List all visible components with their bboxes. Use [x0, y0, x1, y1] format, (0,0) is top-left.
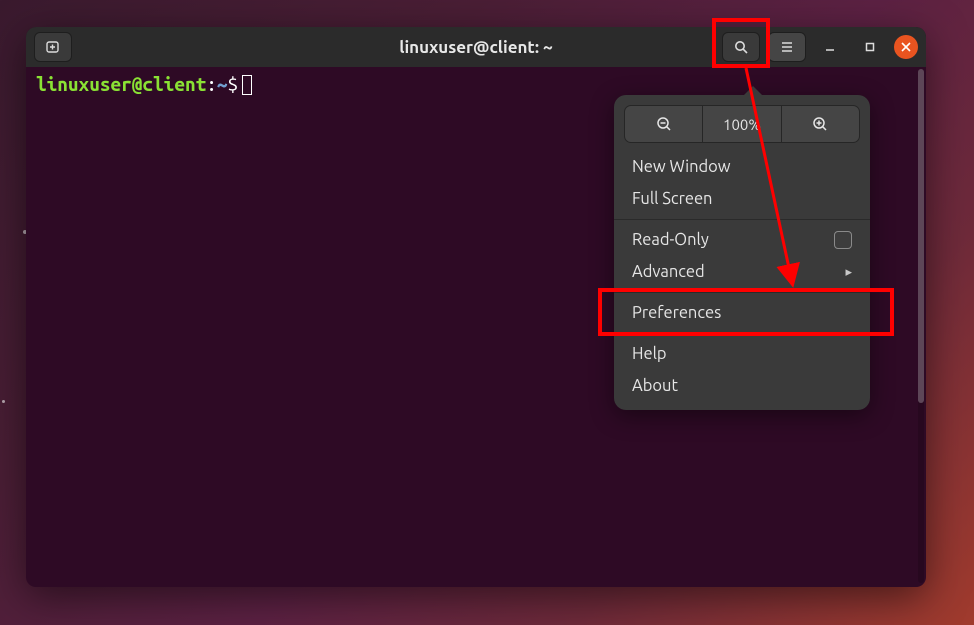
zoom-out-button[interactable]	[625, 106, 703, 142]
scrollbar[interactable]	[918, 69, 924, 583]
menu-advanced[interactable]: Advanced ▸	[614, 256, 870, 288]
zoom-controls: 100%	[624, 105, 860, 143]
prompt-at: @	[132, 73, 143, 95]
menu-label: New Window	[632, 158, 731, 176]
scrollbar-thumb[interactable]	[918, 69, 924, 403]
menu-label: Read-Only	[632, 231, 709, 249]
menu-about[interactable]: About	[614, 370, 870, 402]
zoom-level-label[interactable]: 100%	[703, 106, 781, 142]
menu-label: Advanced	[632, 263, 705, 281]
text-cursor	[242, 75, 252, 95]
search-icon	[733, 39, 749, 55]
close-button[interactable]	[894, 35, 918, 59]
menu-full-screen[interactable]: Full Screen	[614, 183, 870, 215]
search-button[interactable]	[722, 32, 760, 62]
prompt-path: ~	[217, 73, 228, 95]
prompt-dollar: $	[228, 73, 239, 95]
close-icon	[901, 42, 911, 52]
prompt-user: linuxuser	[36, 73, 132, 95]
minimize-button[interactable]	[814, 31, 846, 63]
menu-separator	[614, 219, 870, 220]
new-tab-button[interactable]	[34, 32, 72, 62]
maximize-icon	[864, 41, 876, 53]
menu-preferences[interactable]: Preferences	[614, 297, 870, 329]
menu-label: Help	[632, 345, 667, 363]
zoom-in-icon	[811, 115, 829, 133]
menu-new-window[interactable]: New Window	[614, 151, 870, 183]
menu-read-only[interactable]: Read-Only	[614, 224, 870, 256]
background-dot	[2, 400, 5, 403]
menu-label: Full Screen	[632, 190, 712, 208]
minimize-icon	[824, 41, 836, 53]
menu-label: Preferences	[632, 304, 721, 322]
read-only-checkbox[interactable]	[834, 231, 852, 249]
hamburger-popover: 100% New Window Full Screen Read-Only Ad…	[614, 95, 870, 410]
prompt-colon: :	[206, 73, 217, 95]
hamburger-menu-button[interactable]	[768, 32, 806, 62]
menu-label: About	[632, 377, 678, 395]
zoom-in-button[interactable]	[782, 106, 859, 142]
chevron-right-icon: ▸	[845, 265, 852, 280]
zoom-out-icon	[655, 115, 673, 133]
new-tab-icon	[45, 39, 61, 55]
prompt-host: client	[142, 73, 206, 95]
menu-separator	[614, 333, 870, 334]
hamburger-icon	[779, 39, 795, 55]
menu-help[interactable]: Help	[614, 338, 870, 370]
titlebar: linuxuser@client: ~	[26, 27, 926, 67]
menu-separator	[614, 292, 870, 293]
maximize-button[interactable]	[854, 31, 886, 63]
